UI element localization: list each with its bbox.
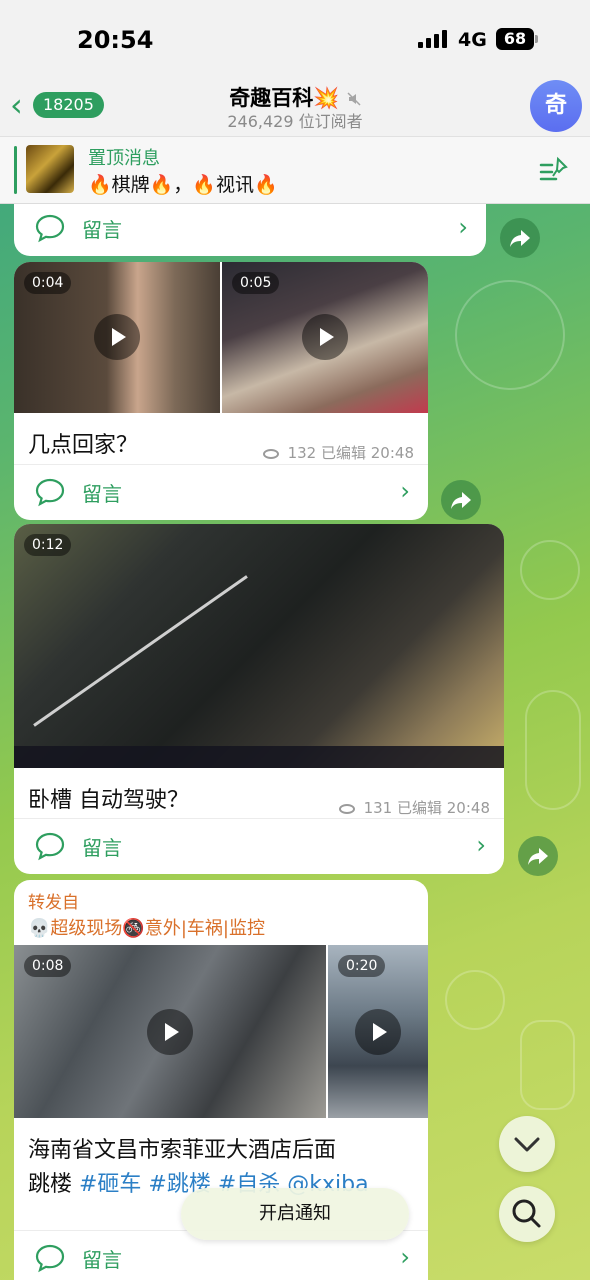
video-thumbnail[interactable]: 0:20 bbox=[328, 945, 428, 1118]
background-doodle bbox=[520, 1020, 575, 1110]
search-icon bbox=[512, 1199, 541, 1228]
chevron-down-icon bbox=[514, 1137, 540, 1152]
forwarded-label: 转发自 bbox=[28, 893, 79, 913]
share-icon bbox=[451, 492, 471, 509]
channel-avatar[interactable]: 奇 bbox=[530, 80, 582, 132]
comment-icon bbox=[35, 478, 65, 507]
comment-row[interactable]: 留言 › bbox=[14, 204, 486, 256]
chevron-right-icon: › bbox=[458, 213, 468, 241]
pinned-message-bar[interactable]: 置顶消息 🔥棋牌🔥，🔥视讯🔥 bbox=[0, 136, 590, 204]
subscriber-count: 246,429 位订阅者 bbox=[227, 112, 363, 131]
share-icon bbox=[528, 848, 548, 865]
post-caption-line1: 海南省文昌市索菲亚大酒店后面 bbox=[28, 1138, 337, 1163]
enable-notifications-button[interactable]: 开启通知 bbox=[181, 1188, 409, 1240]
pinned-thumbnail bbox=[26, 145, 74, 193]
status-bar: 20:54 4G 68 bbox=[0, 0, 590, 80]
status-time: 20:54 bbox=[77, 26, 154, 54]
pinned-indicator bbox=[14, 146, 17, 194]
video-thumbnail[interactable]: 0:12 bbox=[14, 524, 504, 768]
video-thumbnail[interactable]: 0:04 bbox=[14, 262, 220, 413]
background-doodle bbox=[445, 970, 505, 1030]
edited-time: 已编辑 20:48 bbox=[397, 799, 490, 817]
forwarded-source[interactable]: 💀超级现场🚳意外|车祸|监控 bbox=[28, 914, 265, 940]
post-meta: 132 已编辑 20:48 bbox=[262, 442, 414, 463]
eye-icon bbox=[262, 448, 279, 459]
eye-icon bbox=[338, 803, 355, 814]
chevron-right-icon: › bbox=[400, 477, 410, 505]
video-duration: 0:05 bbox=[232, 272, 280, 294]
post-caption: 卧槽 自动驾驶？ bbox=[28, 788, 189, 813]
battery-tip bbox=[535, 35, 538, 43]
play-icon[interactable] bbox=[302, 314, 348, 360]
video-thumbnail[interactable]: 0:08 bbox=[14, 945, 326, 1118]
comment-label: 留言 bbox=[82, 482, 122, 506]
video-control-bar bbox=[14, 746, 504, 768]
network-type: 4G bbox=[458, 29, 487, 51]
comment-icon bbox=[35, 214, 65, 243]
share-icon bbox=[510, 230, 530, 247]
channel-name: 奇趣百科💥 bbox=[229, 86, 340, 110]
video-duration: 0:20 bbox=[338, 955, 386, 977]
view-count: 131 bbox=[363, 799, 393, 817]
comment-label: 留言 bbox=[82, 836, 122, 860]
background-doodle bbox=[525, 690, 581, 810]
pinned-title: 置顶消息 bbox=[88, 148, 160, 169]
comment-icon bbox=[35, 832, 65, 861]
chevron-right-icon: › bbox=[400, 1243, 410, 1271]
message-bubble: 0:04 0:05 几点回家？ 132 已编辑 20:48 留言 › bbox=[14, 262, 428, 520]
message-bubble: 0:12 卧槽 自动驾驶？ 131 已编辑 20:48 留言 › bbox=[14, 524, 504, 874]
mute-icon bbox=[347, 92, 361, 106]
caption-text: 跳楼 bbox=[28, 1172, 79, 1197]
chat-header: ‹ 18205 奇趣百科💥 246,429 位订阅者 奇 bbox=[0, 80, 590, 136]
road-line bbox=[33, 575, 248, 727]
search-button[interactable] bbox=[499, 1186, 555, 1242]
background-doodle bbox=[455, 280, 565, 390]
pin-list-icon[interactable] bbox=[538, 155, 570, 185]
video-duration: 0:08 bbox=[24, 955, 72, 977]
view-count: 132 bbox=[287, 444, 317, 462]
share-button[interactable] bbox=[518, 836, 558, 876]
comment-label: 留言 bbox=[82, 218, 122, 242]
background-doodle bbox=[520, 540, 580, 600]
comment-row[interactable]: 留言 › bbox=[14, 464, 428, 520]
play-icon[interactable] bbox=[355, 1009, 401, 1055]
pinned-text: 🔥棋牌🔥，🔥视讯🔥 bbox=[88, 174, 278, 196]
share-button[interactable] bbox=[500, 218, 540, 258]
play-icon[interactable] bbox=[147, 1009, 193, 1055]
post-caption: 几点回家？ bbox=[28, 433, 139, 458]
chevron-right-icon: › bbox=[476, 831, 486, 859]
play-icon[interactable] bbox=[94, 314, 140, 360]
comment-label: 留言 bbox=[82, 1248, 122, 1272]
scroll-down-button[interactable] bbox=[499, 1116, 555, 1172]
battery-icon: 68 bbox=[496, 28, 534, 50]
signal-icon bbox=[418, 30, 447, 48]
video-thumbnail[interactable]: 0:05 bbox=[222, 262, 428, 413]
video-duration: 0:12 bbox=[24, 534, 72, 556]
edited-time: 已编辑 20:48 bbox=[321, 444, 414, 462]
video-duration: 0:04 bbox=[24, 272, 72, 294]
share-button[interactable] bbox=[441, 480, 481, 520]
comment-row[interactable]: 留言 › bbox=[14, 818, 504, 874]
post-meta: 131 已编辑 20:48 bbox=[338, 797, 490, 818]
comment-icon bbox=[35, 1244, 65, 1273]
message-bubble: 留言 › bbox=[14, 204, 486, 256]
